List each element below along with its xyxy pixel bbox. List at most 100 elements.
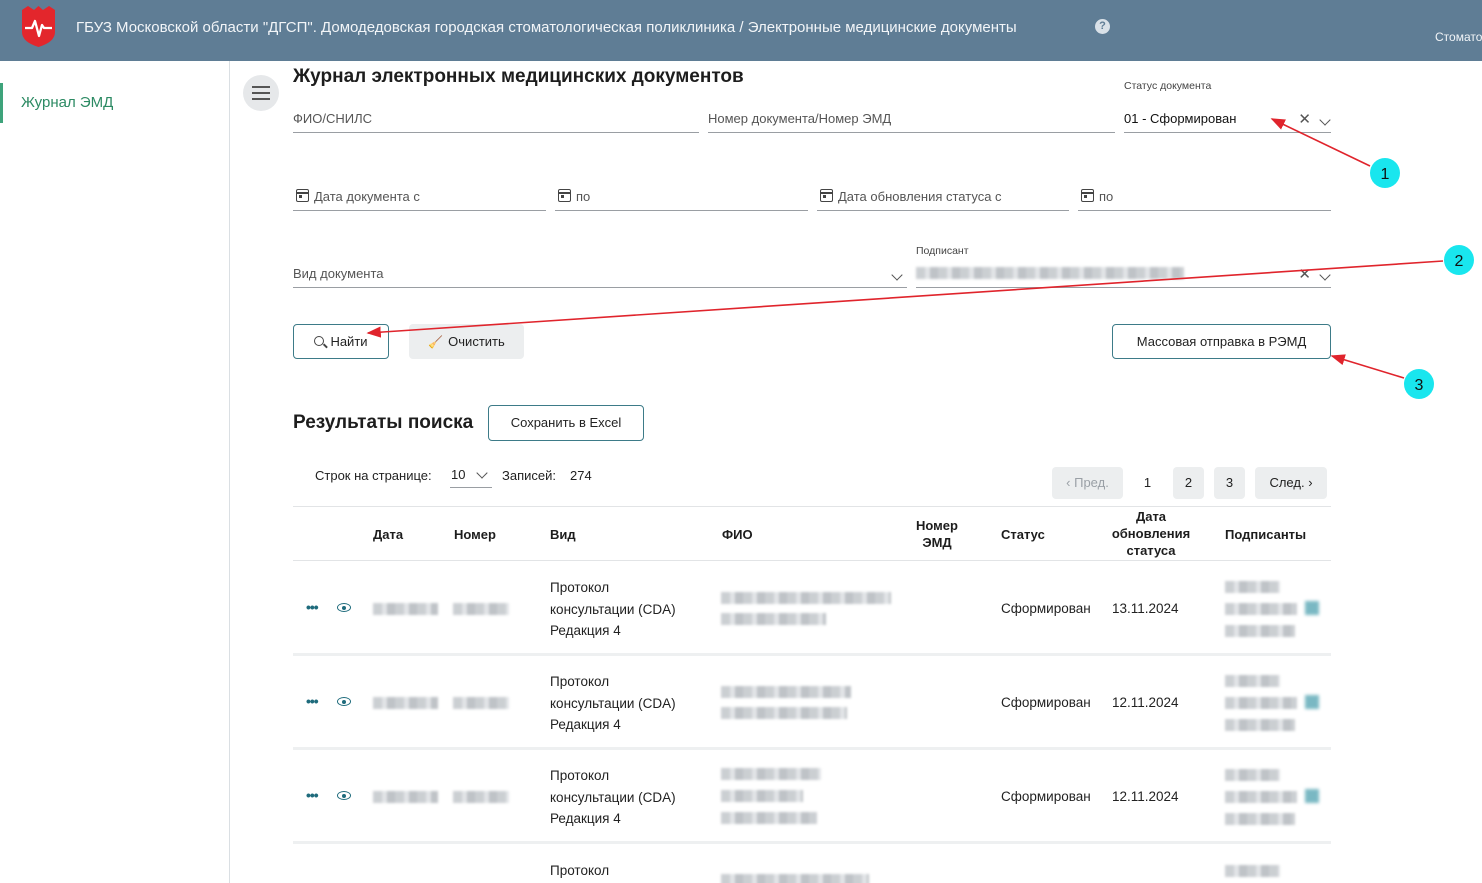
eye-icon[interactable] [337,791,351,800]
doc-date-from-placeholder: Дата документа с [314,189,420,204]
find-button[interactable]: Найти [293,324,389,359]
chevron-down-icon[interactable] [1319,114,1331,126]
col-header-signers[interactable]: Подписанты [1225,526,1306,543]
more-actions-icon[interactable]: ••• [306,599,319,615]
annotation-label-2: 2 [1455,253,1464,270]
status-cell: Сформирован [1001,789,1091,804]
chevron-left-icon: ‹ [1066,475,1075,490]
page-3-button[interactable]: 3 [1214,467,1245,499]
chevron-right-icon: › [1304,475,1313,490]
sidebar-item-emd-journal[interactable]: Журнал ЭМД [0,83,229,123]
user-name[interactable]: Стомато [1435,30,1482,44]
col-header-emd-number[interactable]: Номер ЭМД [908,517,966,551]
date-redacted [373,603,438,615]
records-label: Записей: [502,468,556,483]
signer-select[interactable]: Подписант ✕ [916,245,1331,288]
help-icon[interactable]: ? [1095,19,1110,34]
eye-icon[interactable] [337,697,351,706]
fio-redacted [721,592,891,604]
more-actions-icon[interactable]: ••• [306,693,319,709]
signer-icon[interactable] [1305,695,1319,709]
next-page-button[interactable]: След. › [1255,467,1327,499]
mass-send-remd-button[interactable]: Массовая отправка в РЭМД [1112,324,1331,359]
page-2-button[interactable]: 2 [1173,467,1204,499]
app-logo-icon[interactable] [20,4,57,48]
calendar-icon [558,189,571,202]
fio-snils-input[interactable]: ФИО/СНИЛС [293,102,699,133]
clear-signer-icon[interactable]: ✕ [1298,265,1311,283]
doc-date-to-input[interactable]: по [555,180,808,211]
annotation-badge-3 [1404,369,1434,399]
header-divider [293,560,1331,561]
row-divider [293,841,1331,844]
more-actions-icon[interactable]: ••• [306,787,319,803]
records-count: 274 [570,468,592,483]
calendar-icon [1081,189,1094,202]
status-cell: Сформирован [1001,601,1091,616]
col-header-status[interactable]: Статус [1001,526,1045,543]
find-button-label: Найти [330,334,368,349]
status-date-cell: 12.11.2024 [1112,789,1179,804]
fio-snils-placeholder: ФИО/СНИЛС [293,111,372,126]
fio-redacted [721,768,821,780]
rows-per-page-select[interactable]: 10 [450,466,492,488]
signers-redacted [1225,675,1280,687]
col-header-number[interactable]: Номер [454,526,496,543]
app-title: ГБУЗ Московской области "ДГСП". Домодедо… [76,19,1017,36]
signers-redacted [1225,769,1280,781]
annotation-badge-1 [1370,158,1400,188]
page-1-button[interactable]: 1 [1132,467,1163,499]
number-redacted [453,603,509,615]
status-date-cell: 13.11.2024 [1112,601,1179,616]
col-header-date[interactable]: Дата [373,526,403,543]
doc-date-from-input[interactable]: Дата документа с [293,180,546,211]
doc-date-to-placeholder: по [576,189,591,204]
doc-type-cell: Протокол консультации (CDA) Редакция 4 [550,580,676,638]
doc-type-placeholder: Вид документа [293,266,384,281]
doc-type-cell: Протокол консультации (CDA) Редакция 4 [550,674,676,732]
status-select[interactable]: Статус документа 01 - Сформирован ✕ [1124,80,1331,133]
search-icon [314,336,325,346]
chevron-down-icon [476,467,488,479]
table-top-border [293,506,1331,507]
signer-icon[interactable] [1305,789,1319,803]
annotation-label-1: 1 [1381,166,1390,183]
status-date-from-input[interactable]: Дата обновления статуса с [817,180,1069,211]
clear-button[interactable]: 🧹 Очистить [409,324,524,359]
col-header-type[interactable]: Вид [550,526,576,543]
doc-number-placeholder: Номер документа/Номер ЭМД [708,111,892,126]
col-header-fio[interactable]: ФИО [722,526,753,543]
signer-icon[interactable] [1305,601,1319,615]
status-date-to-placeholder: по [1099,189,1114,204]
menu-toggle-button[interactable] [243,75,279,111]
fio-redacted [721,874,869,883]
app-header: ГБУЗ Московской области "ДГСП". Домодедо… [0,0,1482,61]
status-date-cell: 12.11.2024 [1112,695,1179,710]
signer-value-redacted [916,267,1184,279]
sidebar: Журнал ЭМД [0,61,230,883]
prev-page-button[interactable]: ‹ Пред. [1052,467,1123,499]
rows-per-page-value: 10 [451,467,466,482]
fio-redacted [721,686,851,698]
eye-icon[interactable] [337,603,351,612]
doc-type-select[interactable]: Вид документа [293,257,907,288]
signer-label: Подписант [916,245,969,257]
save-excel-button[interactable]: Сохранить в Excel [488,405,644,441]
doc-type-cell: Протокол [550,863,610,878]
col-header-status-date[interactable]: Дата обновления статуса [1108,508,1194,559]
annotation-label-3: 3 [1415,377,1424,394]
rows-per-page-label: Строк на странице: [315,468,432,483]
broom-icon: 🧹 [428,335,444,349]
chevron-down-icon[interactable] [891,269,903,281]
signers-redacted [1225,865,1280,877]
calendar-icon [296,189,309,202]
clear-status-icon[interactable]: ✕ [1298,110,1311,128]
number-redacted [453,791,509,803]
row-divider [293,747,1331,750]
status-date-to-input[interactable]: по [1078,180,1331,211]
chevron-down-icon[interactable] [1319,269,1331,281]
doc-type-cell: Протокол консультации (CDA) Редакция 4 [550,768,676,826]
signers-redacted [1225,581,1280,593]
doc-number-input[interactable]: Номер документа/Номер ЭМД [708,102,1115,133]
page-title: Журнал электронных медицинских документо… [293,66,744,87]
